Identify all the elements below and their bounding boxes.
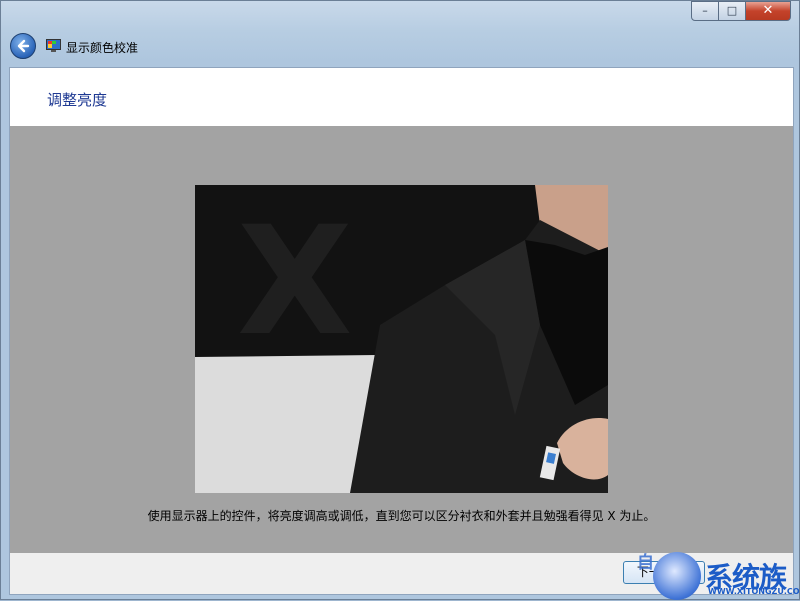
minimize-button[interactable]: – xyxy=(691,1,719,21)
watermark-top-text: 自 xyxy=(637,553,654,573)
page-title: 调整亮度 xyxy=(47,91,108,109)
watermark-url: WWW.XITONGZU.COM xyxy=(708,587,800,596)
suit-figure-illustration: X xyxy=(195,185,608,493)
x-mark: X xyxy=(237,195,353,369)
content-pane: 调整亮度 X 使用显示器上的控件，将亮度调高或调低，直到您可以区分衬衣和外套并且… xyxy=(9,67,794,553)
brightness-sample-image: X xyxy=(195,185,608,493)
title-bar: – □ ✕ xyxy=(1,1,799,29)
navigation-bar: 显示颜色校准 xyxy=(1,29,799,65)
close-button[interactable]: ✕ xyxy=(745,1,791,21)
watermark-logo-icon xyxy=(653,552,701,600)
back-arrow-icon xyxy=(17,39,30,53)
display-calibration-icon xyxy=(46,39,61,52)
instruction-text: 使用显示器上的控件，将亮度调高或调低，直到您可以区分衬衣和外套并且勉强看得见 X… xyxy=(147,509,656,523)
window-title: 显示颜色校准 xyxy=(66,41,139,55)
maximize-button[interactable]: □ xyxy=(718,1,746,21)
site-watermark: 自 系统族 WWW.XITONGZU.COM xyxy=(623,546,800,601)
calibration-window: – □ ✕ 显示颜色校准 调整亮度 X 使用显示器上的控件，将亮度调高或调低，直… xyxy=(0,0,800,600)
back-button[interactable] xyxy=(10,33,36,59)
brightness-panel: X 使用显示器上的控件，将亮度调高或调低，直到您可以区分衬衣和外套并且勉强看得见… xyxy=(10,126,793,553)
